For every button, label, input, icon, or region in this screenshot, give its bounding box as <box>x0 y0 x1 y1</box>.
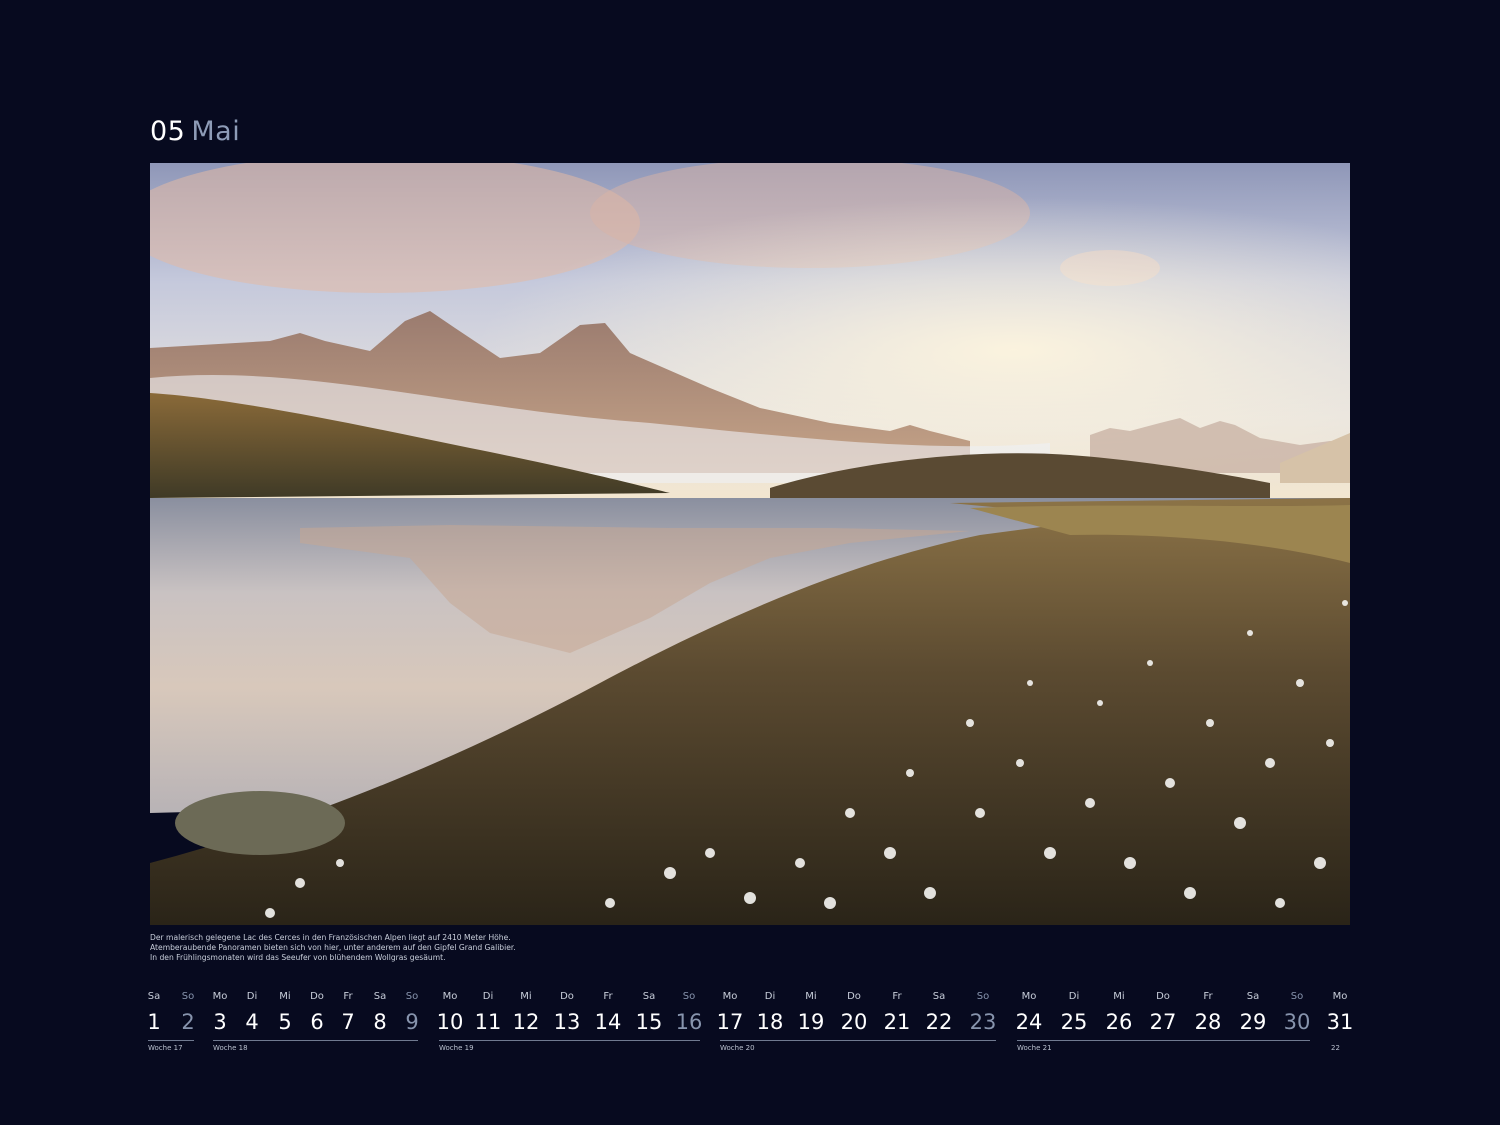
day-number: 22 <box>925 1010 953 1034</box>
weekday-label: Di <box>246 991 258 1002</box>
weekday-label: Do <box>1156 991 1170 1002</box>
week-divider <box>439 1040 700 1041</box>
weekday-label: So <box>405 991 419 1002</box>
weekday-label: Mi <box>279 991 291 1002</box>
caption-line: Der malerisch gelegene Lac des Cerces in… <box>150 933 511 942</box>
day-number: 5 <box>278 1010 292 1034</box>
weekday-label: Sa <box>373 991 387 1002</box>
weekday-label: Di <box>482 991 494 1002</box>
weekday-label: So <box>976 991 990 1002</box>
day-number: 25 <box>1060 1010 1088 1034</box>
day-number: 27 <box>1149 1010 1177 1034</box>
week-label: 22 <box>1331 1044 1340 1052</box>
weekday-label: Fr <box>343 991 353 1002</box>
day-number: 23 <box>969 1010 997 1034</box>
week-divider <box>1017 1040 1310 1041</box>
day-number: 13 <box>553 1010 581 1034</box>
week-divider <box>720 1040 996 1041</box>
month-number: 05 <box>150 116 186 147</box>
weekday-label: Sa <box>1246 991 1260 1002</box>
landscape-photo <box>150 163 1350 925</box>
day-number: 3 <box>213 1010 227 1034</box>
week-label: Woche 19 <box>439 1044 474 1052</box>
caption-line: Atemberaubende Panoramen bieten sich von… <box>150 943 516 953</box>
weekday-label: Mo <box>442 991 458 1002</box>
day-number: 29 <box>1239 1010 1267 1034</box>
weekday-label: Do <box>847 991 861 1002</box>
weekday-label: Do <box>310 991 324 1002</box>
weekday-label: Mo <box>722 991 738 1002</box>
weekday-label: Do <box>560 991 574 1002</box>
weekday-label: Di <box>1068 991 1080 1002</box>
day-number: 16 <box>675 1010 703 1034</box>
day-number: 21 <box>883 1010 911 1034</box>
week-label: Woche 21 <box>1017 1044 1052 1052</box>
week-label: Woche 17 <box>148 1044 183 1052</box>
day-number: 9 <box>405 1010 419 1034</box>
day-number: 2 <box>181 1010 195 1034</box>
day-number: 14 <box>594 1010 622 1034</box>
week-label: Woche 18 <box>213 1044 248 1052</box>
weekday-label: So <box>1290 991 1304 1002</box>
week-divider <box>148 1040 194 1041</box>
day-number: 24 <box>1015 1010 1043 1034</box>
day-number: 11 <box>474 1010 502 1034</box>
day-number: 20 <box>840 1010 868 1034</box>
weekday-label: So <box>682 991 696 1002</box>
weekday-label: Fr <box>892 991 902 1002</box>
weekday-label: Mo <box>1021 991 1037 1002</box>
day-number: 10 <box>436 1010 464 1034</box>
day-number: 7 <box>341 1010 355 1034</box>
weekday-label: Mi <box>1113 991 1125 1002</box>
day-number: 8 <box>373 1010 387 1034</box>
weekday-label: Mi <box>805 991 817 1002</box>
weekday-label: Mo <box>1332 991 1348 1002</box>
day-number: 18 <box>756 1010 784 1034</box>
day-number: 28 <box>1194 1010 1222 1034</box>
day-number: 31 <box>1326 1010 1354 1034</box>
caption-line: In den Frühlingsmonaten wird das Seeufer… <box>150 953 446 963</box>
month-title: 05 Mai <box>150 116 240 147</box>
weekday-label: So <box>181 991 195 1002</box>
weekday-label: Sa <box>932 991 946 1002</box>
day-number: 26 <box>1105 1010 1133 1034</box>
weekday-label: Fr <box>603 991 613 1002</box>
weekday-label: Fr <box>1203 991 1213 1002</box>
photo-caption: Der malerisch gelegene Lac des Cerces in… <box>150 933 850 964</box>
weekday-label: Sa <box>147 991 161 1002</box>
weekday-label: Sa <box>642 991 656 1002</box>
day-number: 4 <box>245 1010 259 1034</box>
day-number: 19 <box>797 1010 825 1034</box>
day-number: 30 <box>1283 1010 1311 1034</box>
month-name: Mai <box>191 116 241 147</box>
week-label: Woche 20 <box>720 1044 755 1052</box>
day-number: 17 <box>716 1010 744 1034</box>
day-number: 1 <box>147 1010 161 1034</box>
week-divider <box>213 1040 418 1041</box>
day-number: 6 <box>310 1010 324 1034</box>
weekday-label: Di <box>764 991 776 1002</box>
day-number: 12 <box>512 1010 540 1034</box>
day-number: 15 <box>635 1010 663 1034</box>
weekday-label: Mi <box>520 991 532 1002</box>
weekday-label: Mo <box>212 991 228 1002</box>
